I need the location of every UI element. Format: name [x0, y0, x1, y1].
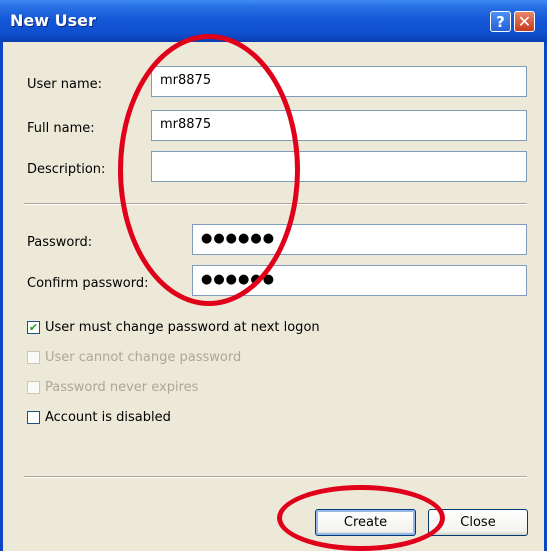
confirm-password-field[interactable]: ●●●●●● — [192, 265, 527, 296]
option-account-disabled[interactable]: Account is disabled — [27, 410, 171, 425]
help-button[interactable]: ? — [490, 11, 511, 32]
option-label: Password never expires — [45, 380, 199, 395]
full-name-field[interactable]: mr8875 — [151, 110, 527, 141]
user-name-field[interactable]: mr8875 — [151, 66, 527, 97]
password-field[interactable]: ●●●●●● — [192, 224, 527, 255]
password-label: Password: — [27, 235, 93, 250]
option-cannot-change-password: User cannot change password — [27, 350, 241, 365]
user-name-label: User name: — [27, 77, 103, 92]
description-label: Description: — [27, 162, 106, 177]
option-label: Account is disabled — [45, 410, 171, 425]
full-name-label: Full name: — [27, 121, 95, 136]
checkbox-checked-icon[interactable]: ✔ — [27, 321, 40, 334]
close-icon: ✕ — [517, 12, 532, 31]
create-button[interactable]: Create — [315, 509, 416, 536]
option-password-never-expires: Password never expires — [27, 380, 198, 395]
separator — [24, 476, 527, 478]
confirm-password-label: Confirm password: — [27, 276, 149, 291]
option-must-change-password[interactable]: ✔ User must change password at next logo… — [27, 320, 320, 335]
option-label: User must change password at next logon — [45, 320, 320, 335]
checkbox-icon — [27, 351, 40, 364]
checkbox-icon[interactable] — [27, 411, 40, 424]
title-bar: New User ? ✕ — [0, 0, 547, 42]
help-icon: ? — [496, 12, 505, 31]
separator — [24, 203, 527, 205]
option-label: User cannot change password — [45, 350, 242, 365]
close-button-label: Close — [460, 515, 496, 530]
close-button[interactable]: Close — [428, 509, 528, 536]
checkbox-icon — [27, 381, 40, 394]
description-field[interactable] — [151, 151, 527, 182]
close-window-button[interactable]: ✕ — [514, 11, 535, 32]
create-button-label: Create — [343, 515, 388, 530]
dialog-title: New User — [10, 11, 96, 30]
